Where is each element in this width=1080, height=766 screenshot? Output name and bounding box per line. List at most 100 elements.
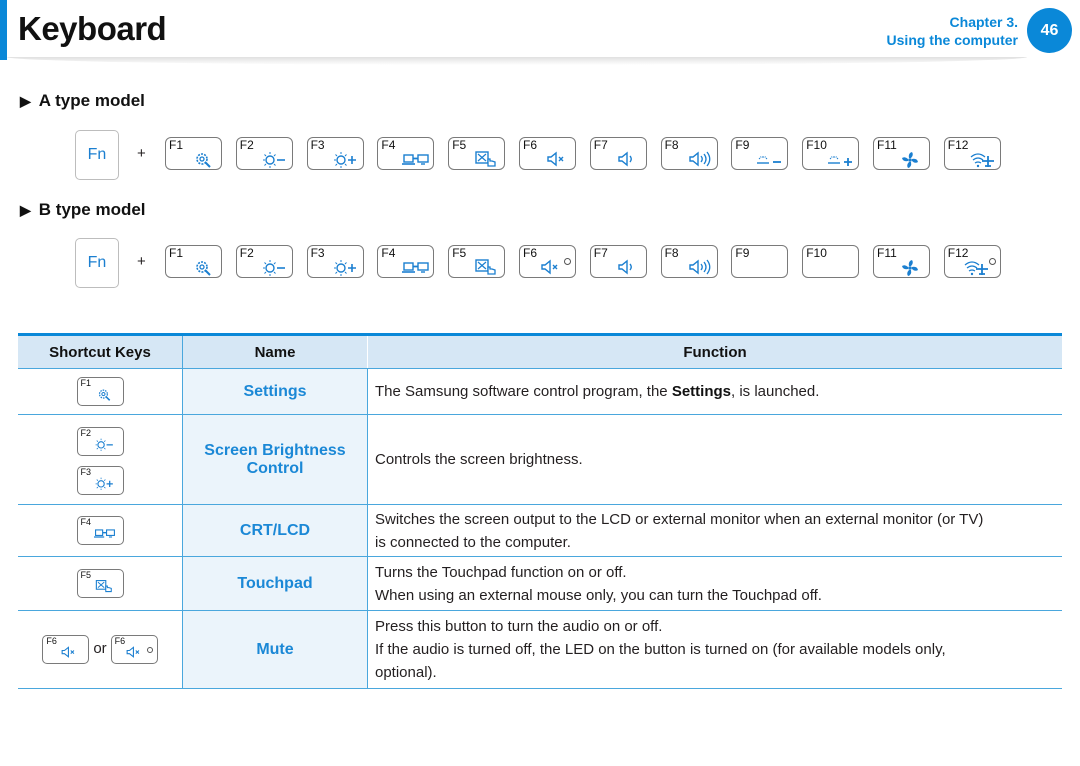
touchpad-icon — [473, 150, 501, 168]
crt-lcd-icon — [93, 526, 116, 542]
key-label: F6 — [46, 636, 57, 646]
shortcut-keys-cell: F1 — [18, 368, 183, 415]
header-name: Name — [182, 334, 368, 369]
key-label: F1 — [80, 378, 92, 388]
function-key-f8: F8 — [660, 137, 718, 170]
shortcut-key-f6: F6 — [42, 635, 90, 664]
volume-up-icon — [686, 150, 714, 168]
shortcut-keys-cell: F5 — [18, 556, 183, 611]
shortcut-key-f1: F1 — [76, 377, 124, 406]
crt-lcd-icon — [402, 150, 430, 168]
key-label: F9 — [735, 246, 750, 260]
function-key-f12: F12 — [943, 137, 1001, 170]
bold-term: Settings — [671, 383, 731, 400]
function-key-f4: F4 — [377, 137, 435, 170]
mute-icon — [544, 150, 572, 168]
key-label: F11 — [877, 246, 897, 260]
header-function: Function — [367, 334, 1062, 369]
plus-sign: + — [137, 145, 146, 162]
brightness-down-icon — [261, 150, 289, 168]
function-key-f10: F10 — [802, 245, 860, 278]
function-key-f11: F11 — [873, 137, 930, 170]
function-key-f3: F3 — [306, 245, 364, 278]
fan-icon — [898, 258, 926, 276]
header-divider — [7, 57, 1027, 65]
key-label: F2 — [239, 246, 254, 260]
function-key-f2: F2 — [235, 137, 293, 170]
key-label: F8 — [664, 246, 679, 260]
function-key-f9: F9 — [731, 245, 789, 278]
shortcut-table: Shortcut Keys Name Function F1 Settings … — [18, 333, 1062, 689]
chapter-title: Using the computer — [886, 32, 1018, 48]
key-label: F6 — [523, 246, 538, 260]
touchpad-icon — [473, 258, 501, 276]
shortcut-keys-cell: F6 or F6 — [18, 610, 183, 689]
fn-key: Fn — [75, 238, 119, 288]
fn-key: Fn — [75, 130, 119, 180]
shortcut-key-f3: F3 — [76, 466, 124, 495]
keyboard-backlight-up-icon — [827, 150, 855, 168]
function-key-f7: F7 — [589, 137, 647, 170]
shortcut-keys-cell: F2 F3 — [18, 414, 183, 505]
shortcut-key-f4: F4 — [76, 516, 124, 545]
name-cell: Screen Brightness Control — [182, 414, 368, 505]
wifi-airplane-icon — [963, 258, 991, 276]
chapter-number: Chapter 3. — [949, 14, 1018, 30]
mute-icon — [59, 645, 81, 661]
key-label: F6 — [523, 138, 538, 152]
or-text: or — [93, 640, 107, 658]
fan-icon — [898, 150, 926, 168]
key-label: F8 — [664, 138, 679, 152]
function-key-f11: F11 — [873, 245, 930, 278]
function-key-f6: F6 — [519, 137, 576, 170]
function-key-f1: F1 — [165, 137, 222, 170]
function-key-f5: F5 — [448, 137, 506, 170]
table-header-row: Shortcut Keys Name Function — [18, 334, 1062, 369]
function-cell: The Samsung software control program, th… — [367, 368, 1062, 415]
shortcut-keys-cell: F4 — [18, 504, 183, 557]
key-label: F3 — [310, 138, 325, 152]
key-label: F10 — [806, 138, 827, 152]
function-key-f12: F12 — [943, 245, 1001, 278]
key-label: F10 — [806, 246, 827, 260]
page-title: Keyboard — [18, 10, 167, 47]
function-key-f3: F3 — [306, 137, 364, 170]
key-label: F7 — [593, 138, 608, 152]
key-label: F5 — [80, 570, 92, 580]
mute-icon — [538, 258, 566, 276]
function-key-f9: F9 — [731, 137, 789, 170]
key-label: F4 — [381, 246, 396, 260]
table-row: F5 Touchpad Turns the Touchpad function … — [18, 556, 1062, 611]
key-label: F7 — [593, 246, 608, 260]
key-label: F9 — [735, 138, 750, 152]
name-cell: CRT/LCD — [182, 504, 368, 557]
section-heading-text: A type model — [38, 91, 145, 110]
function-key-f10: F10 — [802, 137, 860, 170]
brightness-down-icon — [261, 258, 289, 276]
led-indicator-icon — [146, 647, 153, 653]
key-label: F4 — [381, 138, 396, 152]
touchpad-icon — [94, 579, 116, 595]
key-label: F4 — [80, 517, 92, 527]
section-heading-b: ▶ B type model — [20, 200, 146, 220]
key-label: F12 — [947, 138, 969, 152]
keyboard-backlight-down-icon — [756, 150, 784, 168]
function-cell: Controls the screen brightness. — [367, 414, 1062, 505]
accent-bar — [0, 0, 7, 60]
table-row: F2 F3 Screen Brightness Control Controls… — [18, 414, 1062, 505]
section-heading-a: ▶ A type model — [20, 91, 145, 111]
led-indicator-icon — [564, 258, 571, 265]
function-key-f4: F4 — [377, 245, 435, 278]
key-label: F1 — [169, 246, 184, 260]
plus-sign: + — [137, 253, 146, 270]
settings-icon — [94, 387, 116, 403]
shortcut-key-f2: F2 — [76, 427, 124, 456]
brightness-down-icon — [94, 437, 116, 453]
settings-icon — [190, 150, 218, 168]
key-label: F3 — [80, 467, 92, 477]
mute-icon — [124, 645, 146, 661]
header-shortcut-keys: Shortcut Keys — [18, 334, 183, 369]
key-label: F5 — [452, 138, 467, 152]
volume-down-icon — [615, 150, 643, 168]
table-row: F6 or F6 Mute Press this button to turn th… — [18, 610, 1062, 689]
